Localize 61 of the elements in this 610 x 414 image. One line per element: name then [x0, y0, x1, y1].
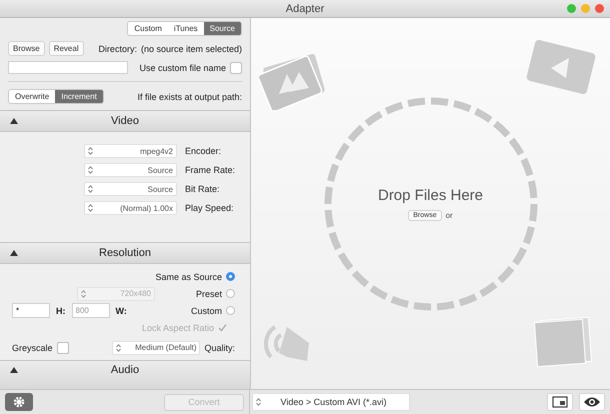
eye-icon [583, 396, 601, 408]
updown-arrows-icon [88, 185, 93, 193]
directory-value: (no source item selected) [140, 44, 242, 54]
video-field-label: Frame Rate: [185, 165, 235, 175]
output-format-select[interactable]: Video > Custom AVI (*.avi) [252, 393, 410, 411]
section-title: Resolution [99, 247, 151, 259]
radio-label: Preset [196, 288, 222, 298]
resolution-radio[interactable] [226, 306, 235, 315]
updown-arrows-icon [116, 344, 122, 352]
updown-arrows-icon [256, 398, 261, 406]
radio-label: Same as Source [155, 272, 222, 282]
lock-aspect-label: Lock Aspect Ratio [142, 322, 214, 332]
updown-arrows-icon [88, 147, 93, 155]
custom-name-field[interactable] [8, 61, 128, 74]
updown-arrows-icon [81, 290, 86, 298]
directory-button[interactable]: Browse [8, 41, 45, 56]
minimize-button[interactable] [581, 4, 590, 13]
video-field-label: Play Speed: [185, 203, 235, 213]
video-select[interactable]: Source [84, 163, 177, 177]
width-label: W: [116, 306, 127, 316]
section-title: Audio [110, 364, 140, 376]
custom-name-label: Use custom file name [139, 62, 226, 72]
directory-label: Directory: [98, 44, 137, 54]
section-header[interactable]: Audio [0, 360, 250, 389]
updown-arrows-icon [88, 204, 93, 212]
collapse-triangle-icon[interactable] [10, 118, 18, 124]
greyscale-label: Greyscale [12, 342, 53, 352]
window-title: Adapter [284, 2, 326, 14]
picture-in-picture-button[interactable] [547, 393, 573, 411]
height-label: H: [56, 306, 66, 316]
zoom-button[interactable] [567, 4, 576, 13]
close-button[interactable] [595, 4, 604, 13]
drop-files-title: Drop Files Here [378, 186, 484, 204]
greyscale-checkbox[interactable] [56, 342, 69, 354]
or-label: or [446, 210, 453, 220]
video-select[interactable]: mpeg4v2 [84, 144, 177, 158]
video-field-label: Bit Rate: [185, 184, 221, 194]
section-header[interactable]: Resolution [0, 242, 250, 264]
picture-in-picture-icon [552, 396, 568, 408]
updown-arrows-icon [88, 166, 93, 174]
settings-button[interactable] [5, 393, 33, 411]
custom-name-checkbox[interactable] [230, 62, 242, 74]
quality-select[interactable]: Medium (Default) [112, 340, 200, 354]
if-exists-label: If file exists at output path: [137, 92, 242, 102]
output-tab[interactable]: Source [204, 22, 241, 35]
section-header[interactable]: Video [0, 110, 250, 132]
directory-button[interactable]: Reveal [48, 41, 84, 56]
resolution-radio[interactable] [226, 272, 235, 281]
collapse-triangle-icon[interactable] [10, 250, 18, 256]
video-select[interactable]: Source [84, 182, 177, 196]
resolution-radio[interactable] [226, 289, 235, 298]
section-title: Video [111, 115, 139, 127]
height-field[interactable]: * [12, 303, 50, 318]
if-exists-option[interactable]: Increment [55, 90, 103, 103]
radio-label: Custom [190, 306, 222, 316]
gear-icon [13, 396, 25, 408]
video-field-label: Encoder: [185, 146, 222, 156]
quality-label: Quality: [204, 342, 235, 352]
video-select[interactable]: (Normal) 1.00x [84, 201, 177, 215]
preview-eye-button[interactable] [579, 393, 605, 411]
collapse-triangle-icon[interactable] [10, 367, 18, 373]
